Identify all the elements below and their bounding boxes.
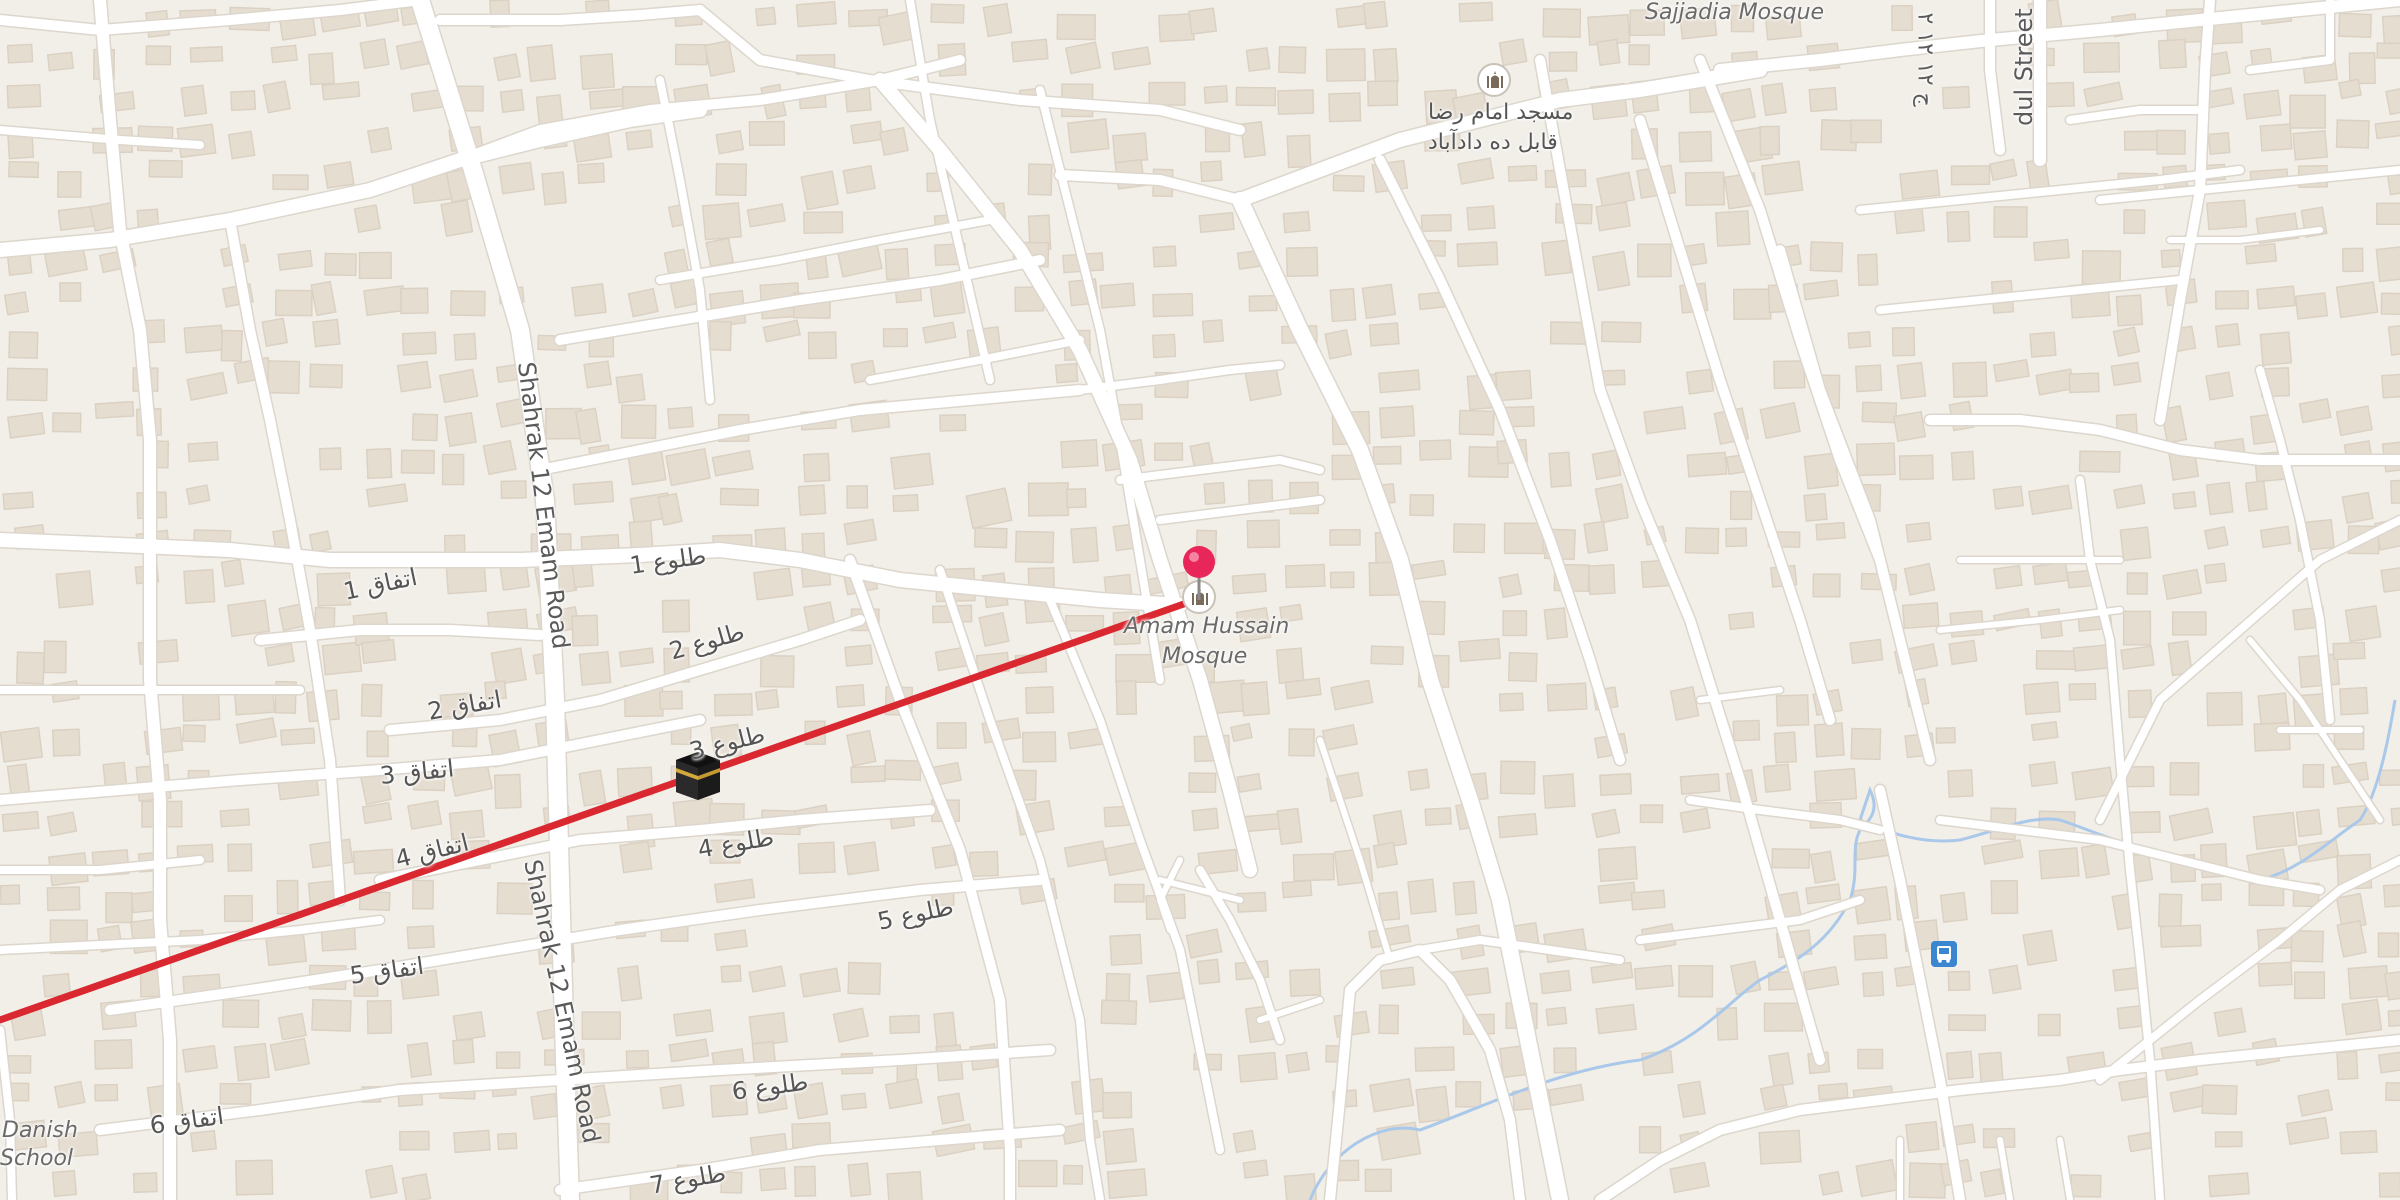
- poi-label-imam-reza-line1[interactable]: مسجد امام رضا: [1428, 100, 1573, 125]
- road-label-right-vertical: ج ۱۲ ۱۲ ۲: [1912, 12, 1938, 107]
- poi-label-amam-hussain-line2[interactable]: Mosque: [1162, 644, 1247, 669]
- poi-label-imam-reza-line2[interactable]: قابل ده دادآباد: [1428, 130, 1558, 155]
- location-pin-icon[interactable]: [1180, 544, 1218, 602]
- poi-label-danish-line2[interactable]: School: [0, 1146, 73, 1171]
- poi-label-amam-hussain-line1[interactable]: Amam Hussain: [1124, 614, 1289, 639]
- map-canvas[interactable]: Sajjadia Mosque مسجد امام رضا قابل ده دا…: [0, 0, 2400, 1200]
- poi-label-sajjadia-mosque[interactable]: Sajjadia Mosque: [1645, 0, 1824, 25]
- road-label-right-street: dul Street: [2010, 8, 2038, 126]
- poi-label-danish-line1[interactable]: Danish: [2, 1118, 78, 1143]
- mosque-icon[interactable]: [1477, 63, 1511, 97]
- bus-stop-icon[interactable]: [1931, 941, 1957, 967]
